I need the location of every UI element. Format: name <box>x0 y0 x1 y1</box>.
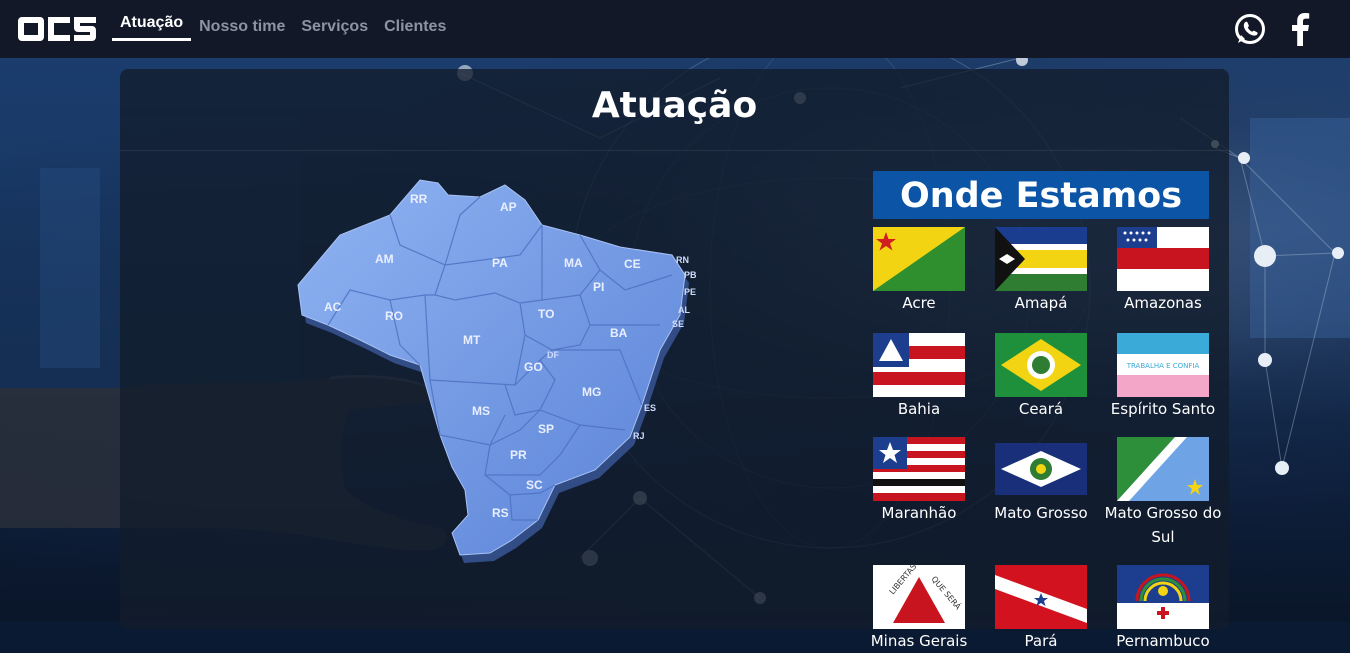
map-label-to: TO <box>538 307 554 321</box>
state-name: Acre <box>902 294 936 312</box>
map-label-pe: PE <box>684 287 696 297</box>
nav-link-clientes[interactable]: Clientes <box>376 0 454 58</box>
state-name: Pará <box>1024 632 1058 650</box>
map-label-sc: SC <box>526 478 543 492</box>
es-flag-motto: TRABALHA E CONFIA <box>1126 362 1200 370</box>
para-flag-icon <box>995 565 1087 629</box>
amazonas-flag-icon <box>1117 227 1209 291</box>
ocs-logo[interactable] <box>18 13 96 45</box>
state-minas-gerais[interactable]: LIBERTAS QUE SERÁ Minas Gerais <box>858 565 980 653</box>
state-mato-grosso-do-sul[interactable]: Mato Grosso do Sul <box>1102 437 1224 549</box>
nav-link-nosso-time[interactable]: Nosso time <box>191 0 293 58</box>
map-label-al: AL <box>678 305 690 315</box>
nav-link-servicos[interactable]: Serviços <box>293 0 376 58</box>
map-label-df: DF <box>547 350 559 360</box>
state-name: Minas Gerais <box>870 632 968 650</box>
state-name: Bahia <box>897 400 941 418</box>
map-label-ro: RO <box>385 309 403 323</box>
facebook-icon[interactable] <box>1289 12 1311 46</box>
maranhao-flag-icon <box>873 437 965 501</box>
page-title: Atuação <box>591 85 758 126</box>
state-amapa[interactable]: Amapá <box>980 227 1102 315</box>
map-label-ac: AC <box>324 300 342 314</box>
ceara-flag-icon <box>995 333 1087 397</box>
title-divider <box>120 150 1229 151</box>
acre-flag-icon <box>873 227 965 291</box>
bahia-flag-icon <box>873 333 965 397</box>
amapa-flag-icon <box>995 227 1087 291</box>
state-amazonas[interactable]: Amazonas <box>1102 227 1224 315</box>
minas-gerais-flag-icon: LIBERTAS QUE SERÁ <box>873 565 965 629</box>
map-label-mt: MT <box>463 333 481 347</box>
map-label-ms: MS <box>472 404 490 418</box>
state-acre[interactable]: Acre <box>858 227 980 315</box>
state-bahia[interactable]: Bahia <box>858 333 980 421</box>
map-label-pb: PB <box>684 270 697 280</box>
state-pernambuco[interactable]: Pernambuco <box>1102 565 1224 653</box>
map-label-am: AM <box>375 252 394 266</box>
espirito-santo-flag-icon: TRABALHA E CONFIA <box>1117 333 1209 397</box>
map-label-sp: SP <box>538 422 554 436</box>
map-label-rr: RR <box>410 192 428 206</box>
state-espirito-santo[interactable]: TRABALHA E CONFIA Espírito Santo <box>1102 333 1224 421</box>
pernambuco-flag-icon <box>1117 565 1209 629</box>
map-label-ma: MA <box>564 256 583 270</box>
onde-estamos-title: Onde Estamos <box>873 171 1209 219</box>
map-label-mg: MG <box>582 385 601 399</box>
nav-menu: Atuação Nosso time Serviços Clientes <box>112 0 454 58</box>
whatsapp-icon[interactable] <box>1233 12 1267 46</box>
state-para[interactable]: Pará <box>980 565 1102 653</box>
state-maranhao[interactable]: Maranhão <box>858 437 980 525</box>
map-label-pr: PR <box>510 448 527 462</box>
state-name: Pernambuco <box>1116 632 1210 650</box>
state-name: Maranhão <box>881 504 957 522</box>
state-mato-grosso[interactable]: Mato Grosso <box>980 437 1102 525</box>
map-label-ba: BA <box>610 326 628 340</box>
state-name: Ceará <box>1018 400 1064 418</box>
map-label-go: GO <box>524 360 543 374</box>
state-name: Mato Grosso do Sul <box>1104 504 1222 546</box>
state-name: Amapá <box>1014 294 1068 312</box>
state-name: Espírito Santo <box>1110 400 1216 418</box>
map-label-rn: RN <box>676 255 689 265</box>
mato-grosso-flag-icon <box>995 443 1087 495</box>
map-label-pi: PI <box>593 280 604 294</box>
mato-grosso-do-sul-flag-icon <box>1117 437 1209 501</box>
map-label-rs: RS <box>492 506 509 520</box>
brazil-map: RR AP AM PA MA CE RN PB PE AL SE PI AC R… <box>297 179 697 563</box>
map-label-rj: RJ <box>633 431 645 441</box>
top-navbar: Atuação Nosso time Serviços Clientes <box>0 0 1350 58</box>
nav-link-atuacao[interactable]: Atuação <box>112 0 192 54</box>
state-ceara[interactable]: Ceará <box>980 333 1102 421</box>
map-label-se: SE <box>672 319 684 329</box>
state-name: Amazonas <box>1124 294 1202 312</box>
map-label-es: ES <box>644 403 656 413</box>
state-name: Mato Grosso <box>994 504 1088 522</box>
map-label-ce: CE <box>624 257 641 271</box>
map-label-ap: AP <box>500 200 517 214</box>
map-label-pa: PA <box>492 256 508 270</box>
